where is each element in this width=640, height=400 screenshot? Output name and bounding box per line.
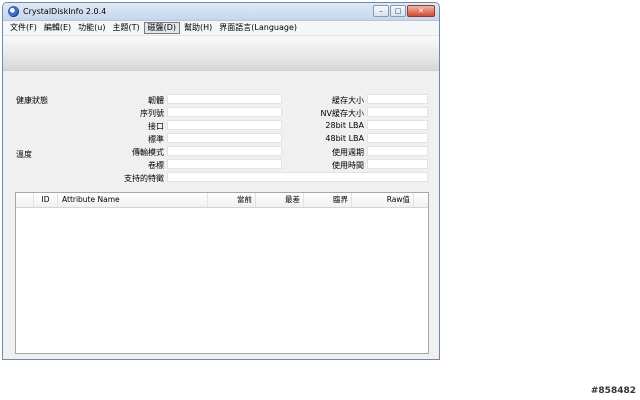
maximize-button[interactable]: □ xyxy=(390,5,406,17)
serial-number-value xyxy=(167,107,282,117)
caption-buttons: – □ ✕ xyxy=(373,5,435,17)
power-on-hours-value xyxy=(367,159,428,169)
temperature-label: 溫度 xyxy=(16,150,32,159)
lba48-label: 48bit LBA xyxy=(325,134,364,143)
minimize-button[interactable]: – xyxy=(373,5,389,17)
health-status-label: 健康狀態 xyxy=(16,96,48,105)
power-on-count-value xyxy=(367,146,428,156)
interface-label: 接口 xyxy=(148,122,164,131)
standard-value xyxy=(167,133,282,143)
close-icon: ✕ xyxy=(418,7,424,15)
column-worst-header[interactable]: 最差 xyxy=(256,193,304,207)
crystaldiskinfo-app-icon xyxy=(8,6,19,17)
table-header: ID Attribute Name 當前 最差 臨界 Raw值 xyxy=(16,193,428,208)
maximize-icon: □ xyxy=(394,7,402,15)
transfer-mode-label: 傳輸模式 xyxy=(132,148,164,157)
app-window: CrystalDiskInfo 2.0.4 – □ ✕ 文件(F) 編輯(E) … xyxy=(2,2,440,360)
interface-value xyxy=(167,120,282,130)
nv-cache-size-value xyxy=(367,107,428,117)
nv-cache-size-label: NV緩存大小 xyxy=(320,109,364,118)
column-status-header[interactable] xyxy=(16,193,34,207)
supported-features-label: 支持的特徵 xyxy=(124,174,164,183)
volume-label-value xyxy=(167,159,282,169)
supported-features-value xyxy=(167,172,428,182)
firmware-label: 韌體 xyxy=(148,96,164,105)
column-current-header[interactable]: 當前 xyxy=(208,193,256,207)
firmware-value xyxy=(167,94,282,104)
menu-bar: 文件(F) 編輯(E) 功能(u) 主題(T) 磁盤(D) 幫助(H) 界面語言… xyxy=(3,21,439,36)
smart-attribute-table[interactable]: ID Attribute Name 當前 最差 臨界 Raw值 xyxy=(15,192,429,354)
column-raw-header[interactable]: Raw值 xyxy=(352,193,414,207)
power-on-count-label: 使用週期 xyxy=(332,148,364,157)
lba48-value xyxy=(367,133,428,143)
serial-number-label: 序列號 xyxy=(140,109,164,118)
window-title: CrystalDiskInfo 2.0.4 xyxy=(23,7,107,16)
menu-file[interactable]: 文件(F) xyxy=(7,22,40,34)
transfer-mode-value xyxy=(167,146,282,156)
menu-function[interactable]: 功能(u) xyxy=(75,22,108,34)
minimize-icon: – xyxy=(379,7,383,15)
column-attribute-name-header[interactable]: Attribute Name xyxy=(58,193,208,207)
standard-label: 標準 xyxy=(148,135,164,144)
lba28-label: 28bit LBA xyxy=(325,121,364,130)
disk-selector-toolbar xyxy=(3,36,439,71)
menu-theme[interactable]: 主題(T) xyxy=(109,22,142,34)
power-on-hours-label: 使用時間 xyxy=(332,161,364,170)
disk-info-panel: 健康狀態 溫度 韌體 序列號 接口 標準 傳輸模式 卷標 支持的特徵 緩存大小 … xyxy=(3,70,439,192)
column-threshold-header[interactable]: 臨界 xyxy=(304,193,352,207)
menu-edit[interactable]: 編輯(E) xyxy=(41,22,74,34)
menu-help[interactable]: 幫助(H) xyxy=(181,22,215,34)
cache-size-label: 緩存大小 xyxy=(332,96,364,105)
cache-size-value xyxy=(367,94,428,104)
watermark-text: #858482 xyxy=(590,386,636,396)
lba28-value xyxy=(367,120,428,130)
close-button[interactable]: ✕ xyxy=(407,5,435,17)
title-bar[interactable]: CrystalDiskInfo 2.0.4 – □ ✕ xyxy=(3,3,439,21)
volume-label-label: 卷標 xyxy=(148,161,164,170)
menu-disk[interactable]: 磁盤(D) xyxy=(143,22,180,34)
menu-language[interactable]: 界面語言(Language) xyxy=(216,22,300,34)
column-id-header[interactable]: ID xyxy=(34,193,58,207)
